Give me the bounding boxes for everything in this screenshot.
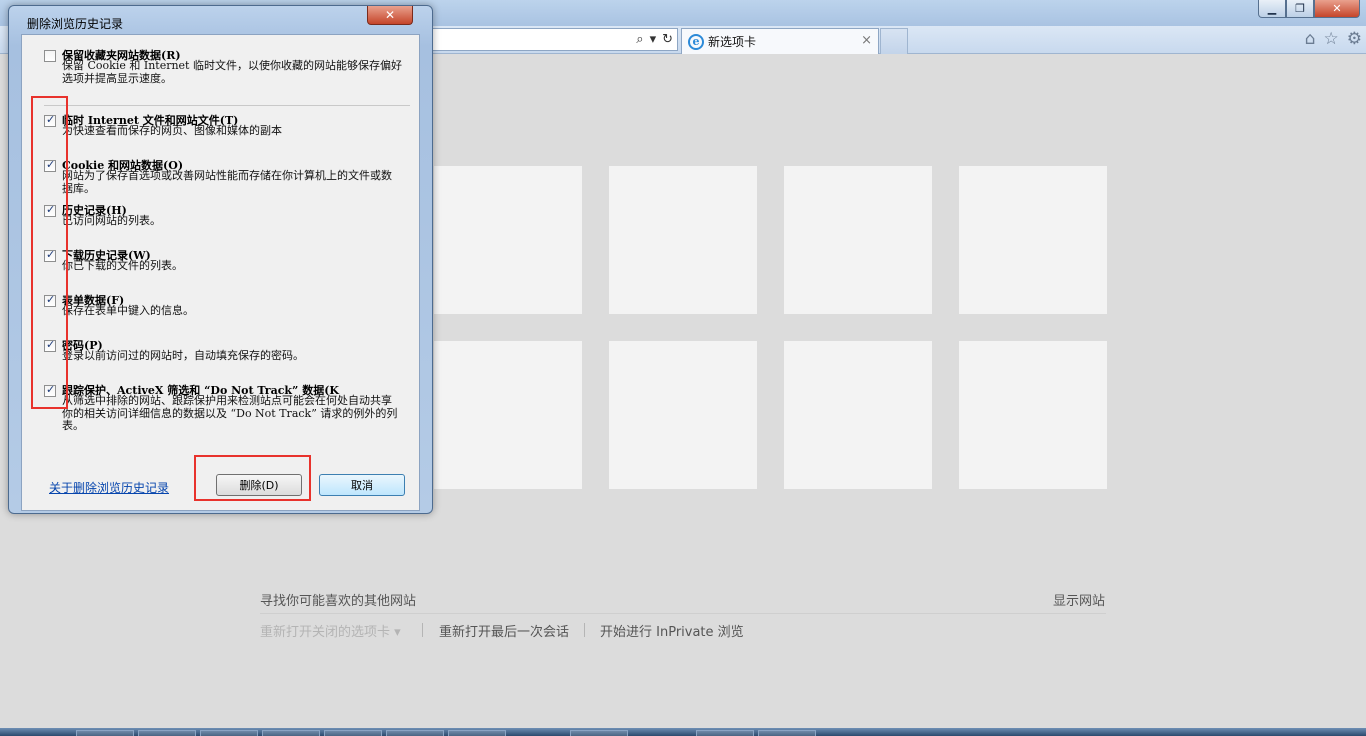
find-sites-link[interactable]: 寻找你可能喜欢的其他网站 [260, 590, 416, 609]
option-description: 为快速查看而保存的网页、图像和媒体的副本 [62, 124, 282, 137]
checkbox[interactable] [44, 50, 56, 62]
gear-icon[interactable]: ⚙ [1347, 29, 1362, 49]
site-tile[interactable] [434, 341, 582, 489]
taskbar-item[interactable] [696, 730, 754, 736]
window-controls: ▁ ❐ ✕ [1258, 0, 1360, 18]
refresh-icon[interactable]: ↻ [662, 32, 673, 47]
site-tile[interactable] [784, 166, 932, 314]
taskbar-item[interactable] [76, 730, 134, 736]
option-description: 保留 Cookie 和 Internet 临时文件，以使你收藏的网站能够保存偏好… [62, 59, 402, 85]
taskbar-item[interactable] [758, 730, 816, 736]
taskbar-item[interactable] [324, 730, 382, 736]
site-tile[interactable] [784, 341, 932, 489]
option-description: 从筛选中排除的网站、跟踪保护用来检测站点可能会在何处自动共享你的相关访问详细信息… [62, 394, 398, 432]
reopen-last-session-link[interactable]: 重新打开最后一次会话 [439, 621, 569, 640]
delete-history-dialog: 删除浏览历史记录 ✕ 保留收藏夹网站数据(R) 保留 Cookie 和 Inte… [8, 5, 433, 514]
site-tile[interactable] [959, 341, 1107, 489]
chevron-down-icon[interactable]: ▾ [650, 32, 657, 47]
cancel-button[interactable]: 取消 [319, 474, 405, 496]
dialog-title: 删除浏览历史记录 [27, 17, 124, 31]
content-divider [260, 613, 1106, 614]
tab-title: 新选项卡 [708, 35, 757, 49]
taskbar-item[interactable] [262, 730, 320, 736]
tab-new-tab[interactable]: e 新选项卡 × [681, 28, 879, 54]
option-description: 网站为了保存首选项或改善网站性能而存储在你计算机上的文件或数据库。 [62, 169, 392, 195]
separator [44, 105, 410, 106]
option-description: 登录以前访问过的网站时，自动填充保存的密码。 [62, 349, 304, 362]
site-tile[interactable] [434, 166, 582, 314]
option-description: 保存在表单中键入的信息。 [62, 304, 194, 317]
minimize-button[interactable]: ▁ [1258, 0, 1286, 18]
taskbar-item[interactable] [448, 730, 506, 736]
site-tile[interactable] [609, 166, 757, 314]
taskbar-item[interactable] [386, 730, 444, 736]
ie-logo-icon: e [688, 33, 704, 50]
site-tile[interactable] [959, 166, 1107, 314]
favorites-icon[interactable]: ☆ [1324, 29, 1339, 49]
close-window-button[interactable]: ✕ [1314, 0, 1360, 18]
maximize-button[interactable]: ❐ [1286, 0, 1314, 18]
about-delete-history-link[interactable]: 关于删除浏览历史记录 [49, 479, 169, 496]
search-icon[interactable]: ⌕ [636, 32, 643, 47]
dialog-body: 保留收藏夹网站数据(R) 保留 Cookie 和 Internet 临时文件，以… [21, 34, 420, 511]
highlight-delete-button [194, 455, 311, 501]
inprivate-link[interactable]: 开始进行 InPrivate 浏览 [600, 621, 744, 640]
show-sites-link[interactable]: 显示网站 [1053, 590, 1105, 609]
highlight-checkboxes [31, 96, 68, 409]
option-description: 已访问网站的列表。 [62, 214, 161, 227]
option-description: 你已下载的文件的列表。 [62, 259, 183, 272]
site-tile[interactable] [609, 341, 757, 489]
address-bar[interactable]: ⌕ ▾ ↻ [430, 28, 678, 51]
taskbar-item[interactable] [570, 730, 628, 736]
tab-close-icon[interactable]: × [861, 33, 872, 48]
new-tab-button[interactable] [880, 28, 908, 54]
taskbar-item[interactable] [138, 730, 196, 736]
link-divider [422, 623, 423, 637]
reopen-closed-tabs-link[interactable]: 重新打开关闭的选项卡 ▾ [260, 621, 401, 640]
dialog-close-button[interactable]: ✕ [367, 6, 413, 25]
taskbar-item[interactable] [200, 730, 258, 736]
home-icon[interactable]: ⌂ [1305, 29, 1316, 49]
link-divider [584, 623, 585, 637]
